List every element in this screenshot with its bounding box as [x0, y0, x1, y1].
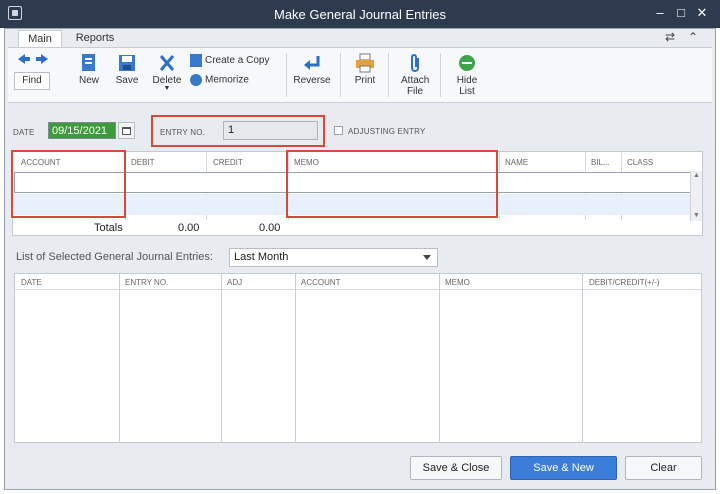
- close-icon[interactable]: ✕: [694, 5, 710, 21]
- column-credit[interactable]: CREDIT: [213, 158, 243, 167]
- column-billable[interactable]: BIL...: [591, 158, 610, 167]
- list-period-value: Last Month: [234, 251, 289, 263]
- list-column-divider: [582, 274, 583, 443]
- total-debit: 0.00: [178, 222, 200, 234]
- list-column-divider: [221, 274, 222, 443]
- adjusting-entry-label: ADJUSTING ENTRY: [348, 127, 426, 136]
- ribbon-divider: [340, 53, 341, 97]
- list-column-divider: [119, 274, 120, 443]
- hide-list-button[interactable]: Hide List: [452, 53, 482, 97]
- reverse-button[interactable]: Reverse: [292, 53, 332, 86]
- attach-file-label: Attach File: [401, 75, 430, 97]
- expand-icon[interactable]: ⇄: [665, 30, 675, 44]
- list-column-account[interactable]: ACCOUNT: [301, 278, 341, 287]
- date-field[interactable]: 09/15/2021: [48, 122, 116, 139]
- list-column-debit-credit[interactable]: DEBIT/CREDIT(+/-): [589, 278, 659, 287]
- grid-scrollbar[interactable]: ▲ ▼: [690, 171, 702, 221]
- find-button[interactable]: Find: [14, 72, 50, 90]
- total-credit: 0.00: [259, 222, 281, 234]
- reverse-arrow-icon: [304, 56, 320, 70]
- column-account[interactable]: ACCOUNT: [21, 158, 61, 167]
- calendar-icon[interactable]: [118, 122, 135, 139]
- column-memo[interactable]: MEMO: [294, 158, 319, 167]
- create-copy-button[interactable]: Create a Copy: [190, 54, 280, 67]
- printer-icon: [356, 53, 374, 73]
- list-column-adj[interactable]: ADJ: [227, 278, 242, 287]
- totals-label: Totals: [94, 222, 123, 234]
- scroll-down-icon[interactable]: ▼: [691, 211, 702, 221]
- maximize-icon[interactable]: □: [673, 5, 689, 21]
- new-document-icon: [82, 54, 95, 71]
- list-column-entry-no[interactable]: ENTRY NO.: [125, 278, 168, 287]
- ribbon-divider: [286, 53, 287, 97]
- list-header: DATE ENTRY NO. ADJ ACCOUNT MEMO DEBIT/CR…: [15, 274, 701, 290]
- tab-reports[interactable]: Reports: [70, 30, 120, 47]
- print-label: Print: [354, 75, 376, 86]
- column-name[interactable]: NAME: [505, 158, 528, 167]
- hide-list-icon: [459, 55, 475, 71]
- grid-row[interactable]: [14, 172, 692, 193]
- ribbon-divider: [388, 53, 389, 97]
- delete-dropdown-icon[interactable]: ▼: [150, 85, 184, 92]
- save-close-button[interactable]: Save & Close: [410, 456, 502, 480]
- copy-icon: [190, 54, 202, 67]
- list-period-dropdown[interactable]: Last Month: [229, 248, 438, 267]
- find-group: [14, 53, 52, 67]
- chevron-down-icon: [423, 255, 431, 260]
- memorize-button[interactable]: Memorize: [190, 74, 280, 86]
- list-label: List of Selected General Journal Entries…: [16, 251, 213, 263]
- hide-list-label: Hide List: [456, 75, 478, 97]
- entry-no-label: ENTRY NO.: [160, 128, 206, 137]
- minimize-icon[interactable]: –: [652, 5, 668, 21]
- title-bar: Make General Journal Entries – □ ✕: [0, 0, 720, 28]
- create-copy-label: Create a Copy: [205, 55, 270, 67]
- clear-button[interactable]: Clear: [625, 456, 702, 480]
- delete-x-icon: [159, 55, 175, 71]
- column-class[interactable]: CLASS: [627, 158, 653, 167]
- window-title: Make General Journal Entries: [274, 7, 446, 22]
- entry-no-field[interactable]: 1: [223, 121, 318, 140]
- ribbon-toolbar: Find New Save Delete ▼ Create a Copy Mem…: [8, 47, 712, 103]
- new-label: New: [78, 75, 99, 86]
- scroll-up-icon[interactable]: ▲: [691, 171, 702, 181]
- new-button[interactable]: New: [74, 53, 104, 86]
- collapse-ribbon-icon[interactable]: ⌃: [688, 30, 698, 44]
- save-icon: [119, 55, 135, 71]
- grid-row[interactable]: [14, 194, 692, 215]
- entries-list-table: DATE ENTRY NO. ADJ ACCOUNT MEMO DEBIT/CR…: [14, 273, 702, 443]
- print-button[interactable]: Print: [350, 53, 380, 86]
- prev-next-arrows-icon[interactable]: [16, 53, 50, 65]
- memorize-label: Memorize: [205, 74, 249, 86]
- list-column-divider: [439, 274, 440, 443]
- delete-button[interactable]: Delete ▼: [150, 53, 184, 92]
- column-debit[interactable]: DEBIT: [131, 158, 155, 167]
- paperclip-icon: [411, 54, 419, 72]
- attach-file-button[interactable]: Attach File: [398, 53, 432, 97]
- list-column-divider: [295, 274, 296, 443]
- memorize-icon: [190, 74, 202, 86]
- grid-header: ACCOUNT DEBIT CREDIT MEMO NAME BIL... CL…: [13, 152, 702, 172]
- reverse-label: Reverse: [293, 75, 331, 86]
- list-column-date[interactable]: DATE: [21, 278, 42, 287]
- date-label: DATE: [13, 128, 35, 137]
- save-label: Save: [115, 75, 139, 86]
- save-new-button[interactable]: Save & New: [510, 456, 617, 480]
- ribbon-divider: [440, 53, 441, 97]
- save-button[interactable]: Save: [112, 53, 142, 86]
- list-column-memo[interactable]: MEMO: [445, 278, 470, 287]
- adjusting-entry-checkbox[interactable]: [334, 126, 343, 135]
- tab-main[interactable]: Main: [18, 30, 62, 47]
